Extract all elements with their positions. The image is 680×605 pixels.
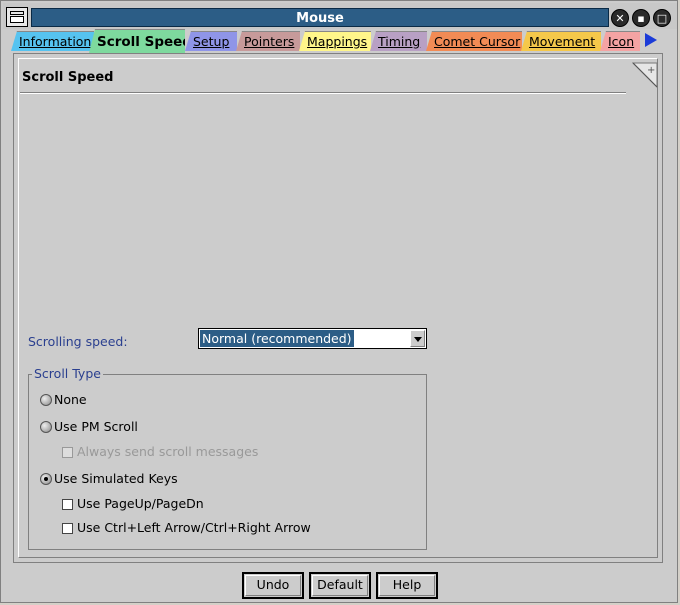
scrolling-speed-value: Normal (recommended) [200, 330, 354, 347]
option-pm-scroll-label[interactable]: Use PM Scroll [54, 419, 138, 434]
tab-scroll-right-icon[interactable] [645, 33, 657, 47]
undo-button[interactable]: Undo [242, 572, 304, 599]
option-pageup-pagedn-label[interactable]: Use PageUp/PageDn [77, 496, 204, 511]
tab-pointers[interactable]: Pointers [236, 31, 300, 51]
notebook-page: Scroll Speed + Scrolling speed: Normal (… [13, 53, 663, 563]
page-divider [20, 92, 626, 94]
checkbox-ctrl-arrows[interactable] [62, 523, 73, 534]
page-title: Scroll Speed [22, 70, 114, 85]
radio-use-simulated-keys[interactable] [40, 473, 52, 485]
title-bar[interactable]: Mouse ✕ ▪ □ [3, 3, 677, 29]
radio-none[interactable] [40, 394, 52, 406]
checkbox-always-send[interactable] [62, 447, 73, 458]
notebook-tabs: Information Scroll Speed Setup Pointers … [3, 29, 677, 53]
svg-text:+: + [647, 65, 655, 76]
tab-setup[interactable]: Setup [185, 31, 237, 51]
default-button[interactable]: Default [309, 572, 371, 599]
option-none-label[interactable]: None [54, 392, 87, 407]
chevron-down-icon[interactable] [410, 330, 425, 347]
tab-movement[interactable]: Movement [521, 31, 601, 51]
mouse-window: Mouse ✕ ▪ □ Information Scroll Speed Set… [0, 0, 678, 603]
tab-timing[interactable]: Timing [370, 31, 427, 51]
page-turn-icon[interactable]: + [632, 62, 658, 88]
system-menu-icon[interactable] [6, 7, 28, 27]
radio-use-pm-scroll[interactable] [40, 421, 52, 433]
window-title: Mouse [31, 8, 609, 27]
tab-mappings[interactable]: Mappings [299, 31, 371, 51]
scroll-type-title: Scroll Type [32, 366, 103, 381]
option-simulated-keys-label[interactable]: Use Simulated Keys [54, 471, 178, 486]
scrolling-speed-label: Scrolling speed: [28, 334, 128, 349]
tab-comet-cursor[interactable]: Comet Cursor [426, 31, 522, 51]
tab-information[interactable]: Information [11, 31, 94, 51]
help-button[interactable]: Help [376, 572, 438, 599]
option-always-send-label: Always send scroll messages [77, 444, 259, 459]
close-icon[interactable]: ✕ [611, 9, 629, 27]
checkbox-pageup-pagedn[interactable] [62, 499, 73, 510]
scrolling-speed-select[interactable]: Normal (recommended) [198, 328, 427, 349]
minimize-icon[interactable]: ▪ [632, 9, 650, 27]
tab-icon[interactable]: Icon [600, 31, 640, 51]
maximize-icon[interactable]: □ [653, 9, 671, 27]
tab-scroll-speed[interactable]: Scroll Speed [89, 29, 185, 53]
option-ctrl-arrows-label[interactable]: Use Ctrl+Left Arrow/Ctrl+Right Arrow [77, 520, 311, 535]
